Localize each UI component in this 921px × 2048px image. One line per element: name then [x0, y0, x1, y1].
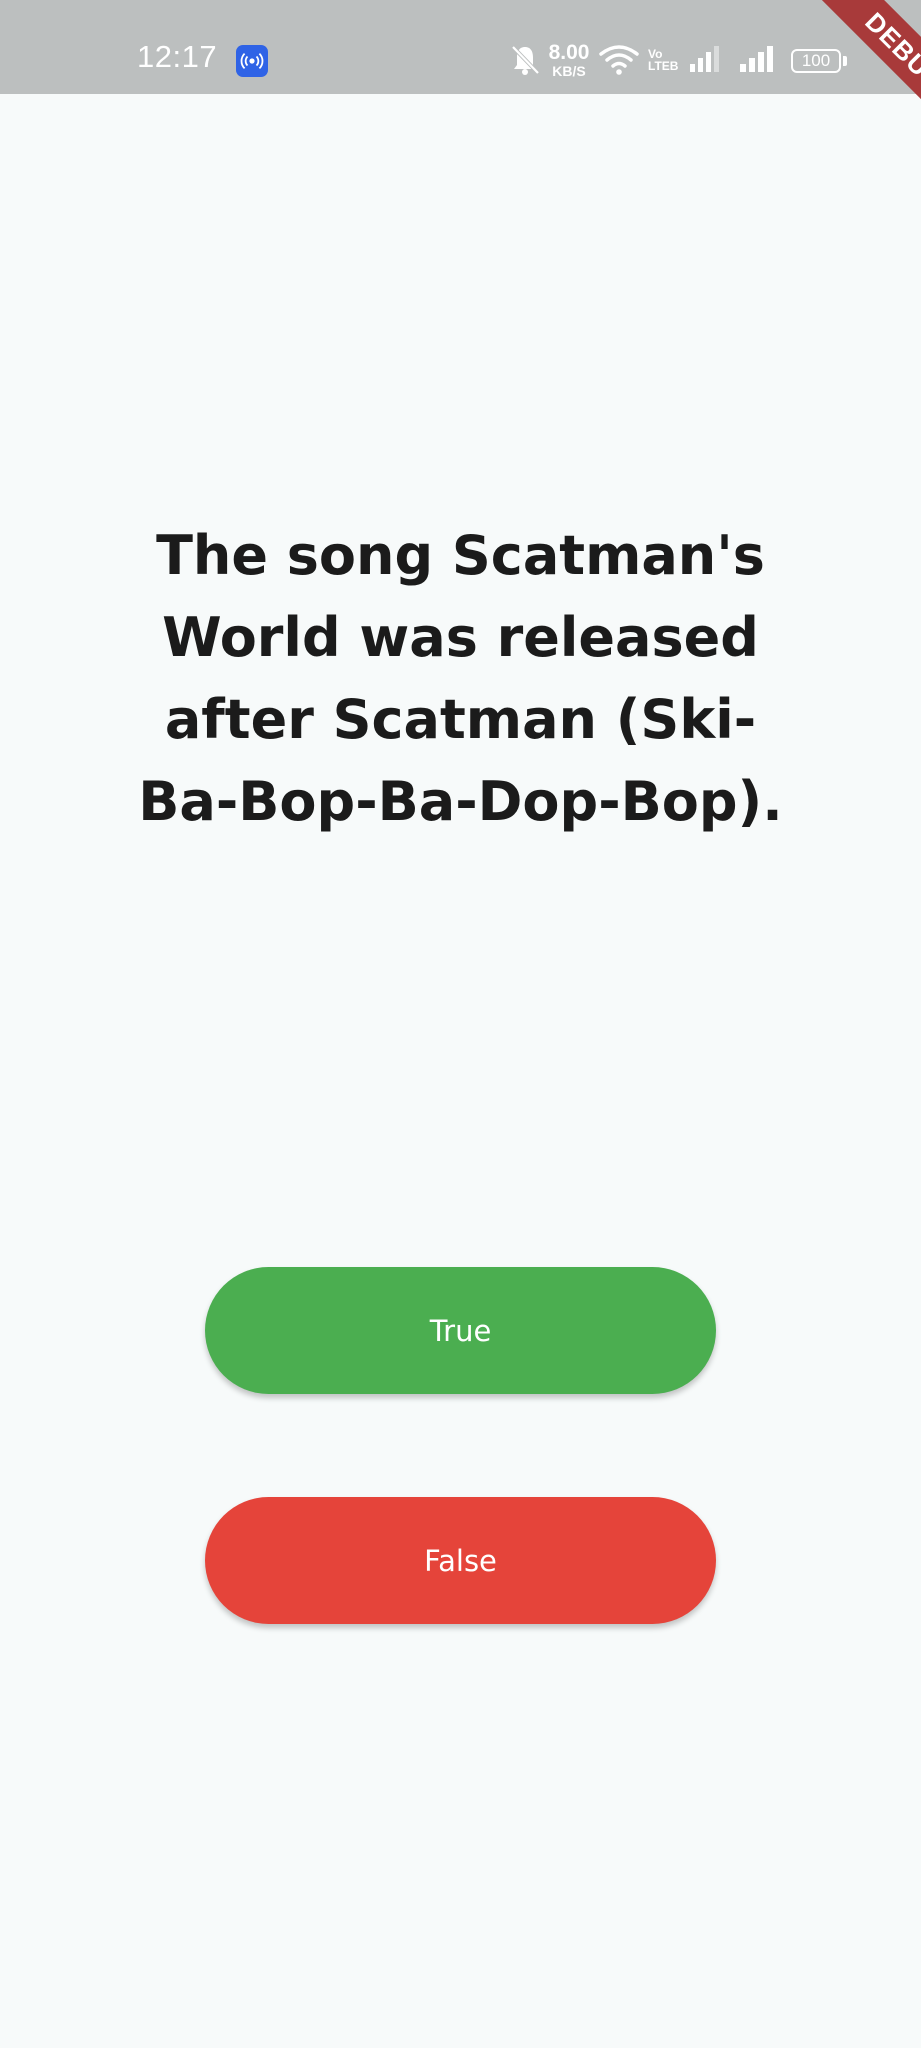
bell-off-icon: [508, 42, 542, 78]
net-speed-value: 8.00: [548, 41, 590, 64]
true-button-label: True: [429, 1313, 492, 1348]
volte-line2: LTEB: [648, 59, 679, 73]
signal-icon: [688, 42, 722, 78]
net-speed-unit: KB/S: [552, 63, 586, 79]
status-time: 12:17: [137, 39, 218, 74]
wifi-icon: [598, 42, 640, 78]
false-button-label: False: [424, 1543, 497, 1578]
true-button[interactable]: True: [205, 1267, 716, 1394]
status-bar: 12:17 8.00 KB/S Vo LTEB 100: [0, 0, 921, 94]
hotspot-icon: [236, 45, 268, 77]
battery-tip: [843, 56, 847, 66]
question-text: The song Scatman's World was released af…: [138, 524, 783, 833]
net-speed: 8.00 KB/S: [546, 42, 592, 78]
false-button[interactable]: False: [205, 1497, 716, 1624]
battery-icon: 100: [791, 49, 841, 73]
signal-icon-2: [738, 42, 778, 78]
volte-icon: Vo LTEB: [648, 48, 680, 72]
